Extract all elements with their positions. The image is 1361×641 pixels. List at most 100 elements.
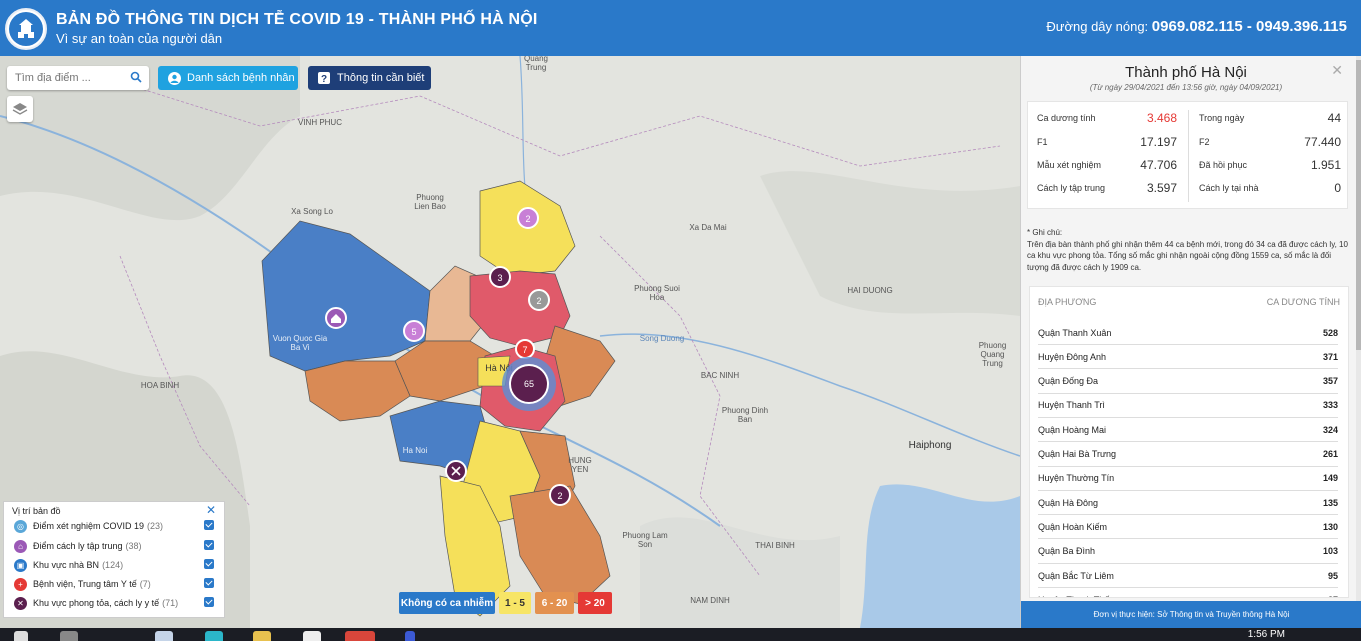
legend-item-label: Khu vực nhà BN	[33, 560, 100, 570]
district-row[interactable]: Quận Thanh Xuân 528	[1038, 321, 1338, 345]
district-count: 528	[1322, 327, 1338, 338]
stat-value: 47.706	[1140, 158, 1177, 172]
browser-icon[interactable]	[345, 631, 375, 641]
legend-checkbox[interactable]	[204, 578, 214, 588]
district-name: Quận Hoàn Kiếm	[1038, 521, 1108, 532]
district-count: 357	[1322, 376, 1338, 387]
svg-text:5: 5	[411, 327, 416, 337]
svg-text:3: 3	[497, 273, 502, 283]
layers-button[interactable]	[7, 96, 33, 122]
search-input[interactable]	[7, 66, 122, 90]
legend-item-label: Điểm cách ly tập trung	[33, 541, 123, 551]
district-name: Quận Hà Đông	[1038, 497, 1099, 508]
legend-title: Vị trí bản đồ	[12, 506, 61, 516]
district-row[interactable]: Quận Đống Đa 357	[1038, 370, 1338, 394]
patient-list-button[interactable]: Danh sách bệnh nhân	[158, 66, 298, 90]
stat-label: Cách ly tập trung	[1037, 183, 1106, 193]
district-row[interactable]: Huyện Thạch Thất 87	[1038, 588, 1338, 597]
district-count: 333	[1322, 400, 1338, 411]
stat-value: 17.197	[1140, 135, 1177, 149]
district-row[interactable]: Quận Hà Đông 135	[1038, 491, 1338, 516]
cluster-marker[interactable]: 2	[517, 207, 539, 229]
app-icon[interactable]	[405, 631, 415, 641]
page-title: BẢN ĐỒ THÔNG TIN DỊCH TỄ COVID 19 - THÀN…	[56, 11, 538, 28]
cluster-marker[interactable]: 5	[403, 320, 425, 342]
cluster-marker[interactable]: 2	[528, 289, 550, 311]
isolation-home-marker[interactable]	[325, 307, 347, 329]
test-point-icon: ◎	[14, 519, 27, 533]
cluster-marker-large[interactable]: 65	[502, 357, 556, 411]
district-row[interactable]: Huyện Thường Tín 149	[1038, 467, 1338, 491]
district-count: 261	[1322, 449, 1338, 459]
search-box[interactable]	[7, 66, 149, 90]
legend-item-count: (7)	[139, 579, 151, 589]
app-header: BẢN ĐỒ THÔNG TIN DỊCH TỄ COVID 19 - THÀN…	[0, 0, 1361, 56]
district-row[interactable]: Huyện Đông Anh 371	[1038, 345, 1338, 370]
taskview-icon[interactable]	[155, 631, 173, 641]
district-name: Huyện Thạch Thất	[1038, 595, 1112, 597]
map-canvas[interactable]: Quang Trung Xa Song Lo Phuong Lien Bao X…	[0, 56, 1020, 628]
taskbar-clock[interactable]: 1:56 PM	[1248, 629, 1285, 640]
app-icon[interactable]	[205, 631, 223, 641]
district-list[interactable]: ĐỊA PHƯƠNG CA DƯƠNG TÍNH Quận Thanh Xuân…	[1029, 286, 1349, 598]
stat-label: Đã hồi phục	[1199, 160, 1248, 170]
hotline-label: Đường dây nóng:	[1046, 19, 1149, 34]
search-icon[interactable]	[130, 71, 142, 83]
note-title: * Ghi chú:	[1027, 228, 1063, 237]
folder-icon[interactable]	[253, 631, 271, 641]
svg-text:2: 2	[557, 491, 562, 501]
district-name: Quận Hai Bà Trưng	[1038, 449, 1117, 459]
list-header: ĐỊA PHƯƠNG CA DƯƠNG TÍNH	[1038, 297, 1340, 307]
info-button[interactable]: ? Thông tin cần biết	[308, 66, 431, 90]
stat-home-isolation: Cách ly tại nhà 0	[1199, 180, 1341, 196]
district-row[interactable]: Quận Ba Đình 103	[1038, 540, 1338, 564]
svg-text:?: ?	[321, 74, 327, 84]
legend-item[interactable]: ◎ Điểm xét nghiệm COVID 19 (23)	[14, 518, 214, 534]
legend-close-icon[interactable]: ✕	[206, 503, 216, 517]
district-row[interactable]: Quận Hoàn Kiếm 130	[1038, 515, 1338, 540]
legend-item-count: (124)	[102, 560, 124, 570]
lockdown-marker[interactable]	[445, 460, 467, 482]
district-count: 371	[1322, 351, 1338, 362]
start-icon[interactable]	[14, 631, 28, 641]
legend-checkbox[interactable]	[204, 520, 214, 530]
legend-checkbox[interactable]	[204, 597, 214, 607]
district-count: 130	[1322, 521, 1338, 532]
legend-item[interactable]: + Bệnh viện, Trung tâm Y tế (7)	[14, 576, 214, 592]
stats-box: Ca dương tính 3.468 F1 17.197 Mẫu xét nghi…	[1027, 101, 1348, 209]
layers-icon	[12, 103, 28, 115]
stat-value: 1.951	[1310, 158, 1341, 172]
district-row[interactable]: Quận Bắc Từ Liêm 95	[1038, 564, 1338, 588]
hospital-icon: +	[14, 577, 27, 591]
district-name: Quận Đống Đa	[1038, 376, 1099, 387]
legend-checkbox[interactable]	[204, 559, 214, 569]
app-icon[interactable]	[303, 631, 321, 641]
cluster-marker[interactable]: 3	[489, 266, 511, 288]
panel-title: Thành phố Hà Nội	[1125, 64, 1247, 81]
hotline-numbers[interactable]: 0969.082.115 - 0949.396.115	[1152, 18, 1347, 35]
search-taskbar-icon[interactable]	[60, 631, 78, 641]
legend-item-label: Bệnh viện, Trung tâm Y tế	[33, 579, 137, 589]
legend-checkbox[interactable]	[204, 540, 214, 550]
cluster-marker[interactable]: 2	[549, 484, 571, 506]
patient-list-label: Danh sách bệnh nhân	[187, 72, 295, 84]
district-row[interactable]: Quận Hoàng Mai 324	[1038, 418, 1338, 443]
panel-scrollbar[interactable]	[1356, 56, 1361, 628]
stat-value: 0	[1334, 181, 1341, 195]
legend-item[interactable]: ▣ Khu vực nhà BN (124)	[14, 557, 214, 573]
district-row[interactable]: Huyện Thanh Trì 333	[1038, 394, 1338, 418]
legend-item-label: Khu vực phong tỏa, cách ly y tế	[33, 598, 160, 608]
cluster-marker[interactable]: 7	[515, 339, 535, 359]
scrollbar-thumb[interactable]	[1356, 60, 1361, 350]
district-row[interactable]: Quận Hai Bà Trưng 261	[1038, 443, 1338, 467]
legend-item[interactable]: ✕ Khu vực phong tỏa, cách ly y tế (71)	[14, 595, 214, 611]
panel-close-icon[interactable]: ✕	[1331, 62, 1343, 79]
user-icon	[168, 71, 181, 85]
legend-item[interactable]: ⌂ Điểm cách ly tập trung (38)	[14, 538, 214, 554]
svg-text:2: 2	[525, 214, 530, 224]
district-count: 149	[1322, 473, 1338, 484]
list-header-cases: CA DƯƠNG TÍNH	[1266, 297, 1340, 307]
svg-text:2: 2	[536, 296, 541, 306]
stat-recovered: Đã hồi phục 1.951	[1199, 157, 1341, 173]
stat-value: 3.597	[1146, 181, 1177, 195]
